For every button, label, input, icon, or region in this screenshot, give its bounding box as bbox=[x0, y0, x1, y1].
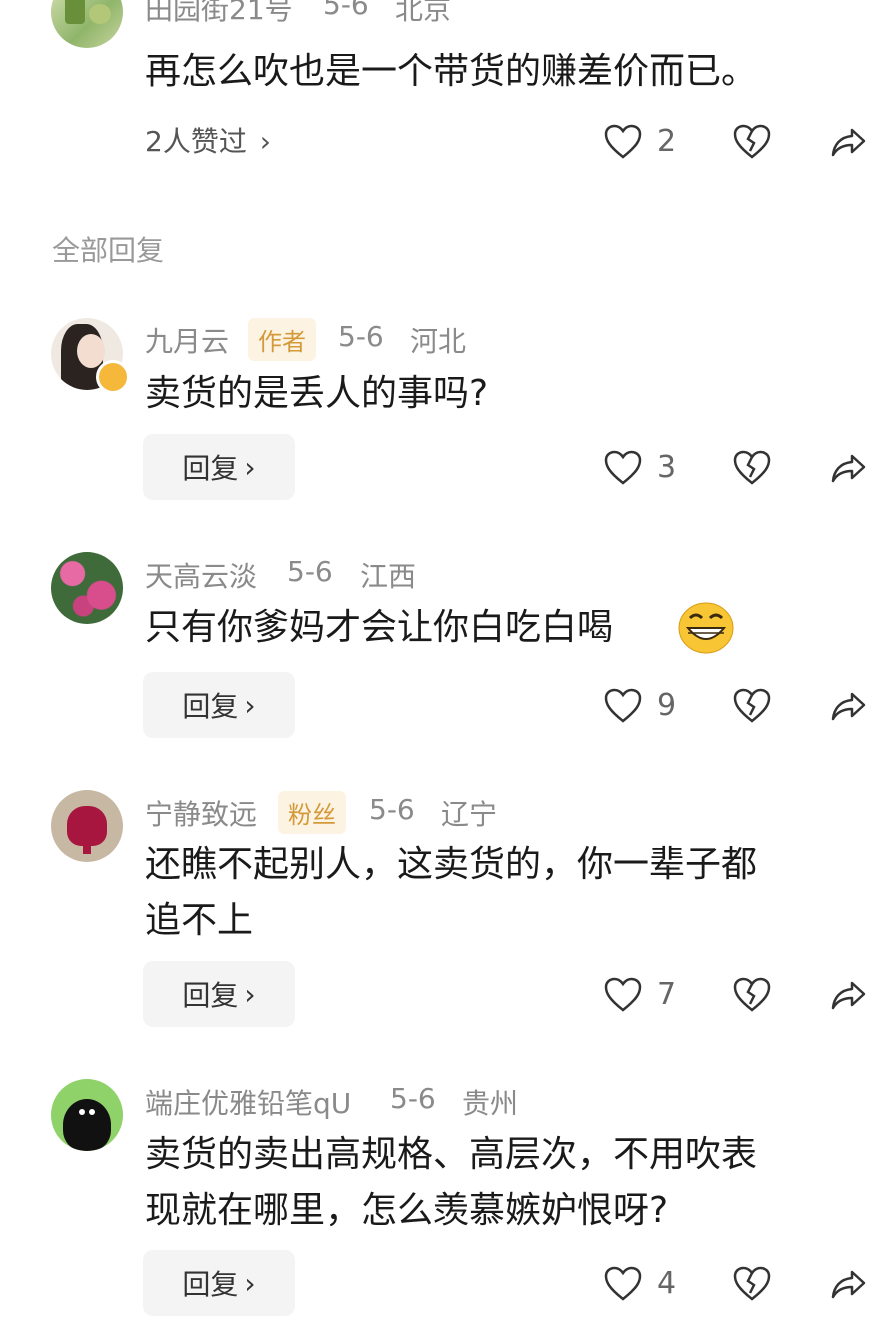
comment-text-line: 追不上 bbox=[145, 900, 254, 941]
comment-text: 卖货的是丢人的事吗? bbox=[145, 373, 489, 414]
chevron-right-icon: › bbox=[244, 977, 256, 1011]
likes-summary-link[interactable]: 2人赞过 › bbox=[145, 120, 271, 160]
comment-date: 5-6 bbox=[323, 0, 369, 21]
comment-text: 再怎么吹也是一个带货的赚差价而已。 bbox=[145, 51, 758, 92]
comment-text: 只有你爹妈才会让你白吃白喝 bbox=[145, 607, 614, 648]
author-name[interactable]: 宁静致远 bbox=[145, 793, 257, 833]
broken-heart-icon[interactable] bbox=[733, 1266, 771, 1302]
reply-button[interactable]: 回复 › bbox=[143, 672, 295, 738]
like-count: 3 bbox=[657, 450, 677, 485]
comment-text-line: 还瞧不起别人，这卖货的，你一辈子都 bbox=[145, 844, 758, 885]
comment-date: 5-6 bbox=[369, 793, 415, 826]
avatar[interactable] bbox=[51, 1079, 123, 1151]
grinning-emoji-icon bbox=[678, 602, 734, 654]
creator-badge-icon bbox=[96, 360, 130, 394]
reply-button[interactable]: 回复 › bbox=[143, 434, 295, 500]
chevron-right-icon: › bbox=[259, 125, 271, 158]
reply-button[interactable]: 回复 › bbox=[143, 1250, 295, 1316]
section-title: 全部回复 bbox=[52, 234, 165, 267]
heart-outline-icon[interactable] bbox=[604, 977, 642, 1013]
comment-date: 5-6 bbox=[287, 555, 333, 588]
reply-button[interactable]: 回复 › bbox=[143, 961, 295, 1027]
comment-location: 辽宁 bbox=[441, 798, 498, 831]
comment-location: 贵州 bbox=[462, 1087, 519, 1120]
comment-text-line: 卖货的卖出高规格、高层次，不用吹表 bbox=[145, 1134, 758, 1175]
comment-location: 河北 bbox=[410, 325, 467, 358]
likes-summary-label: 2人赞过 bbox=[145, 125, 247, 158]
share-arrow-icon[interactable] bbox=[830, 688, 868, 724]
share-arrow-icon[interactable] bbox=[830, 124, 868, 160]
heart-outline-icon[interactable] bbox=[604, 124, 642, 160]
avatar[interactable] bbox=[51, 790, 123, 862]
chevron-right-icon: › bbox=[244, 688, 256, 722]
reply-button-label: 回复 bbox=[182, 690, 239, 723]
author-name[interactable]: 九月云 bbox=[145, 320, 229, 360]
comment-date: 5-6 bbox=[338, 320, 384, 353]
avatar[interactable] bbox=[51, 0, 123, 48]
like-count: 4 bbox=[657, 1266, 677, 1301]
share-arrow-icon[interactable] bbox=[830, 977, 868, 1013]
heart-outline-icon[interactable] bbox=[604, 1266, 642, 1302]
broken-heart-icon[interactable] bbox=[733, 124, 771, 160]
like-count: 2 bbox=[657, 124, 677, 159]
like-count: 9 bbox=[657, 688, 677, 723]
author-name[interactable]: 端庄优雅铅笔qU bbox=[145, 1082, 351, 1122]
share-arrow-icon[interactable] bbox=[830, 1266, 868, 1302]
broken-heart-icon[interactable] bbox=[733, 450, 771, 486]
chevron-right-icon: › bbox=[244, 450, 256, 484]
reply-button-label: 回复 bbox=[182, 979, 239, 1012]
comment-date: 5-6 bbox=[390, 1082, 436, 1115]
heart-outline-icon[interactable] bbox=[604, 688, 642, 724]
author-badge: 作者 bbox=[248, 318, 316, 361]
fan-badge: 粉丝 bbox=[278, 791, 346, 834]
comment-text-line: 现就在哪里，怎么羡慕嫉妒恨呀? bbox=[145, 1190, 669, 1231]
chevron-right-icon: › bbox=[244, 1266, 256, 1300]
comment-location: 江西 bbox=[360, 560, 417, 593]
reply-button-label: 回复 bbox=[182, 1268, 239, 1301]
author-name[interactable]: 天高云淡 bbox=[145, 555, 257, 595]
heart-outline-icon[interactable] bbox=[604, 450, 642, 486]
broken-heart-icon[interactable] bbox=[733, 688, 771, 724]
broken-heart-icon[interactable] bbox=[733, 977, 771, 1013]
avatar[interactable] bbox=[51, 552, 123, 624]
like-count: 7 bbox=[657, 977, 677, 1012]
share-arrow-icon[interactable] bbox=[830, 450, 868, 486]
reply-button-label: 回复 bbox=[182, 452, 239, 485]
author-name[interactable]: 田园街21号 bbox=[145, 0, 293, 28]
comment-location: 北京 bbox=[395, 0, 452, 26]
